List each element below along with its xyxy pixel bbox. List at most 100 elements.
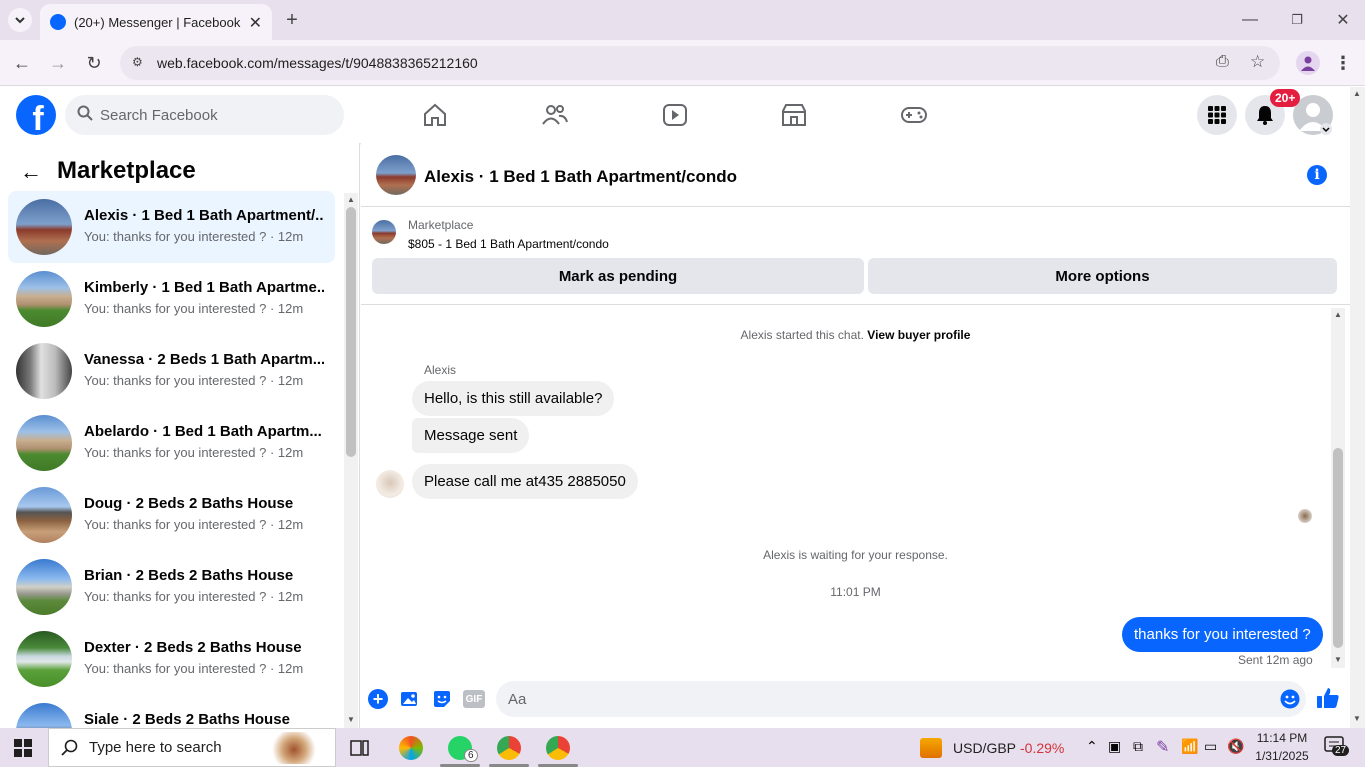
menu-grid-icon[interactable] xyxy=(1197,95,1237,135)
taskbar-search-input[interactable]: Type here to search xyxy=(48,728,336,767)
reload-icon[interactable]: ↻ xyxy=(82,51,106,75)
facebook-search-input[interactable]: Search Facebook xyxy=(65,95,344,135)
message-bubble[interactable]: Please call me at435 2885050 xyxy=(412,464,638,499)
conversation-item[interactable]: Abelardo · 1 Bed 1 Bath Apartm... You: t… xyxy=(8,407,335,479)
battery-icon[interactable]: ▭ xyxy=(1204,738,1217,755)
conversation-item[interactable]: Dexter · 2 Beds 2 Baths House You: thank… xyxy=(8,623,335,695)
sidebar-scroll-thumb[interactable] xyxy=(346,207,356,457)
volume-muted-icon[interactable]: 🔇 xyxy=(1227,738,1244,755)
mark-pending-button[interactable]: Mark as pending xyxy=(372,258,864,294)
gif-icon[interactable]: GIF xyxy=(463,690,485,708)
stock-widget-icon[interactable] xyxy=(920,738,942,758)
facebook-header: f Search Facebook xyxy=(0,87,1350,143)
more-options-button[interactable]: More options xyxy=(868,258,1337,294)
scroll-down-arrow-icon[interactable]: ▼ xyxy=(347,715,355,724)
thumbs-up-like-icon[interactable] xyxy=(1316,686,1340,710)
conversation-item[interactable]: Doug · 2 Beds 2 Baths House You: thanks … xyxy=(8,479,335,551)
view-buyer-profile-link[interactable]: View buyer profile xyxy=(867,328,970,342)
conversation-title: Doug · 2 Beds 2 Baths House xyxy=(84,495,294,512)
tab-messenger[interactable]: (20+) Messenger | Facebook ✕ xyxy=(40,4,272,40)
conversation-title: Dexter · 2 Beds 2 Baths House xyxy=(84,639,302,656)
wifi-icon[interactable]: 📶 xyxy=(1181,738,1198,755)
whatsapp-icon[interactable]: 6 xyxy=(448,736,478,762)
message-bubble[interactable]: Message sent xyxy=(412,418,530,453)
profile-icon[interactable] xyxy=(1296,51,1320,75)
friends-icon[interactable] xyxy=(541,101,569,129)
listing-thumbnail xyxy=(16,703,72,728)
conversation-item[interactable]: Siale · 2 Beds 2 Baths House xyxy=(8,695,335,728)
tab-close-icon[interactable]: ✕ xyxy=(249,13,262,33)
message-input-placeholder: Aa xyxy=(508,690,527,708)
scroll-down-arrow-icon[interactable]: ▼ xyxy=(1334,655,1342,664)
video-icon[interactable] xyxy=(661,101,689,129)
page-scrollbar[interactable]: ▲ ▼ xyxy=(1350,87,1365,728)
scroll-down-arrow-icon[interactable]: ▼ xyxy=(1353,714,1361,723)
conversation-item[interactable]: Brian · 2 Beds 2 Baths House You: thanks… xyxy=(8,551,335,623)
address-bar[interactable]: ⚙ web.facebook.com/messages/t/9048838365… xyxy=(120,46,1280,80)
listing-title[interactable]: $805 - 1 Bed 1 Bath Apartment/condo xyxy=(408,237,609,251)
listing-thumbnail[interactable] xyxy=(372,220,396,244)
copilot-icon[interactable] xyxy=(399,736,423,760)
scroll-up-arrow-icon[interactable]: ▲ xyxy=(1334,310,1342,319)
conversation-item[interactable]: Vanessa · 2 Beds 1 Bath Apartm... You: t… xyxy=(8,335,335,407)
window-close-icon[interactable]: ✕ xyxy=(1333,8,1353,32)
notification-count-badge: 27 xyxy=(1332,745,1350,756)
tab-search-icon[interactable] xyxy=(8,8,32,32)
my-message-bubble[interactable]: thanks for you interested ? xyxy=(1122,617,1323,652)
currency-pair[interactable]: USD/GBP xyxy=(953,740,1016,756)
tray-app-icon[interactable]: ▣ xyxy=(1108,738,1121,755)
sidebar-scrollbar[interactable]: ▲ ▼ xyxy=(344,193,358,728)
waiting-notice: Alexis is waiting for your response. xyxy=(763,548,948,562)
photo-attach-icon[interactable] xyxy=(400,689,420,709)
search-icon xyxy=(61,739,79,761)
sticker-icon[interactable] xyxy=(432,689,452,709)
pen-icon[interactable]: ✎ xyxy=(1156,737,1169,757)
listing-thumbnail xyxy=(16,271,72,327)
gaming-icon[interactable] xyxy=(900,101,928,129)
tray-meet-icon[interactable]: ⧉ xyxy=(1133,738,1143,755)
forward-icon[interactable]: → xyxy=(46,51,70,75)
message-scrollbar[interactable]: ▲ ▼ xyxy=(1331,308,1345,668)
chat-title[interactable]: Alexis · 1 Bed 1 Bath Apartment/condo xyxy=(424,167,737,187)
sender-avatar[interactable] xyxy=(376,470,404,498)
tray-chevron-icon[interactable]: ⌃ xyxy=(1086,738,1098,755)
bookmark-star-icon[interactable]: ☆ xyxy=(1250,52,1265,72)
new-tab-icon[interactable]: + xyxy=(282,8,302,32)
listing-thumbnail xyxy=(16,199,72,255)
message-timestamp: 11:01 PM xyxy=(830,585,881,599)
back-arrow-icon[interactable]: ← xyxy=(20,159,42,185)
conversation-item[interactable]: Alexis · 1 Bed 1 Bath Apartment/... You:… xyxy=(8,191,335,263)
scroll-up-arrow-icon[interactable]: ▲ xyxy=(347,195,355,204)
browser-menu-icon[interactable]: ⋮ xyxy=(1333,51,1353,75)
conversation-snippet: You: thanks for you interested ? · 12m xyxy=(84,229,304,244)
chrome-profile-icon[interactable] xyxy=(546,736,570,760)
conversation-title: Vanessa · 2 Beds 1 Bath Apartm... xyxy=(84,351,324,368)
site-info-icon[interactable]: ⚙ xyxy=(132,55,143,69)
conversation-item[interactable]: Kimberly · 1 Bed 1 Bath Apartme... You: … xyxy=(8,263,335,335)
message-input[interactable]: Aa xyxy=(496,681,1306,717)
facebook-logo-icon[interactable]: f xyxy=(16,95,56,135)
windows-start-icon[interactable] xyxy=(14,739,32,762)
conversation-snippet: You: thanks for you interested ? · 12m xyxy=(84,661,304,676)
clock-time[interactable]: 11:14 PM xyxy=(1252,731,1312,745)
message-bubble[interactable]: Hello, is this still available? xyxy=(412,381,615,416)
chat-avatar[interactable] xyxy=(376,155,416,195)
back-icon[interactable]: ← xyxy=(10,51,34,75)
message-composer: + GIF Aa xyxy=(361,678,1350,728)
install-app-icon[interactable]: ⎙ xyxy=(1216,53,1229,71)
clock-date[interactable]: 1/31/2025 xyxy=(1252,749,1312,763)
sender-name: Alexis xyxy=(424,363,457,377)
message-scroll-thumb[interactable] xyxy=(1333,448,1343,648)
task-view-icon[interactable] xyxy=(350,738,370,763)
minimize-icon[interactable]: — xyxy=(1240,8,1260,32)
marketplace-icon[interactable] xyxy=(780,101,808,129)
home-icon[interactable] xyxy=(421,101,449,129)
info-icon[interactable]: i xyxy=(1307,165,1327,185)
restore-icon[interactable]: ❐ xyxy=(1287,8,1307,32)
listing-thumbnail xyxy=(16,343,72,399)
add-more-icon[interactable]: + xyxy=(368,689,388,709)
notification-center-icon[interactable]: 27 xyxy=(1324,736,1350,758)
emoji-icon[interactable] xyxy=(1280,689,1300,713)
scroll-up-arrow-icon[interactable]: ▲ xyxy=(1353,89,1361,98)
chrome-icon[interactable] xyxy=(497,736,521,760)
